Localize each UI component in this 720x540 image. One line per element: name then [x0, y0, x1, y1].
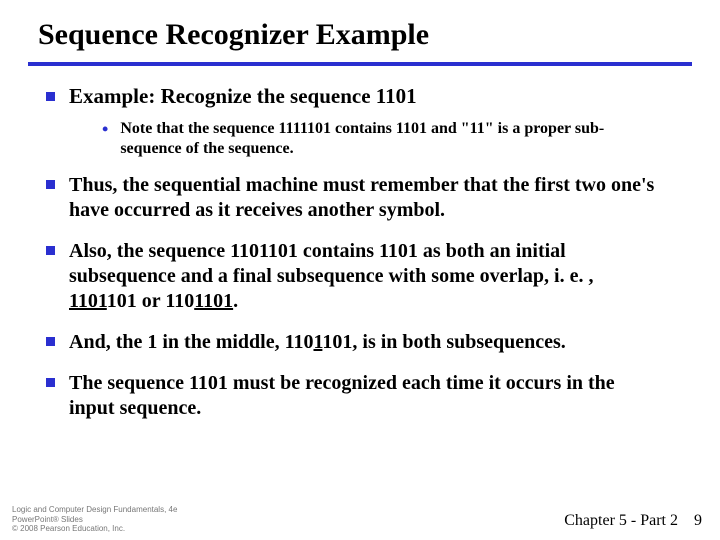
text-fragment: Also, the sequence 1101101 contains 1101… [69, 240, 594, 287]
bullet-recognize: The sequence 1101 must be recognized eac… [46, 371, 662, 421]
slide: Sequence Recognizer Example Example: Rec… [0, 0, 720, 540]
bullet-text: And, the 1 in the middle, 1101101, is in… [69, 330, 566, 355]
underline-fragment: 1101 [194, 290, 233, 312]
title-divider [28, 62, 692, 66]
page-number: 9 [694, 512, 702, 529]
bullet-marker-icon [46, 246, 55, 255]
bullet-thus: Thus, the sequential machine must rememb… [46, 173, 662, 223]
bullet-marker-icon [46, 92, 55, 101]
bullet-text: Example: Recognize the sequence 1101 [69, 84, 417, 109]
text-fragment: . [233, 290, 238, 312]
bullet-also: Also, the sequence 1101101 contains 1101… [46, 239, 662, 314]
sub-bullet-text: Note that the sequence 1111101 contains … [120, 119, 652, 159]
bullet-and: And, the 1 in the middle, 1101101, is in… [46, 330, 662, 355]
text-fragment: 101, is in both subsequences. [322, 331, 565, 353]
footer-line: Logic and Computer Design Fundamentals, … [12, 505, 177, 515]
footer-line: PowerPoint® Slides [12, 515, 177, 525]
chapter-label: Chapter 5 - Part 2 [564, 512, 678, 529]
slide-title: Sequence Recognizer Example [38, 18, 692, 52]
footer-pager: Chapter 5 - Part 2 9 [564, 512, 702, 530]
bullet-text: Thus, the sequential machine must rememb… [69, 173, 662, 223]
sub-bullet-marker-icon: • [102, 120, 108, 138]
footer-line: © 2008 Pearson Education, Inc. [12, 524, 177, 534]
bullet-example: Example: Recognize the sequence 1101 [46, 84, 692, 109]
text-fragment: 101 or 110 [107, 290, 194, 312]
sub-bullet-note: • Note that the sequence 1111101 contain… [102, 119, 652, 159]
text-fragment: And, the 1 in the middle, 110 [69, 331, 313, 353]
bullet-marker-icon [46, 337, 55, 346]
bullet-marker-icon [46, 180, 55, 189]
underline-fragment: 1101 [69, 290, 107, 312]
bullet-text: The sequence 1101 must be recognized eac… [69, 371, 662, 421]
bullet-text: Also, the sequence 1101101 contains 1101… [69, 239, 662, 314]
bullet-marker-icon [46, 378, 55, 387]
footer-copyright: Logic and Computer Design Fundamentals, … [12, 505, 177, 534]
